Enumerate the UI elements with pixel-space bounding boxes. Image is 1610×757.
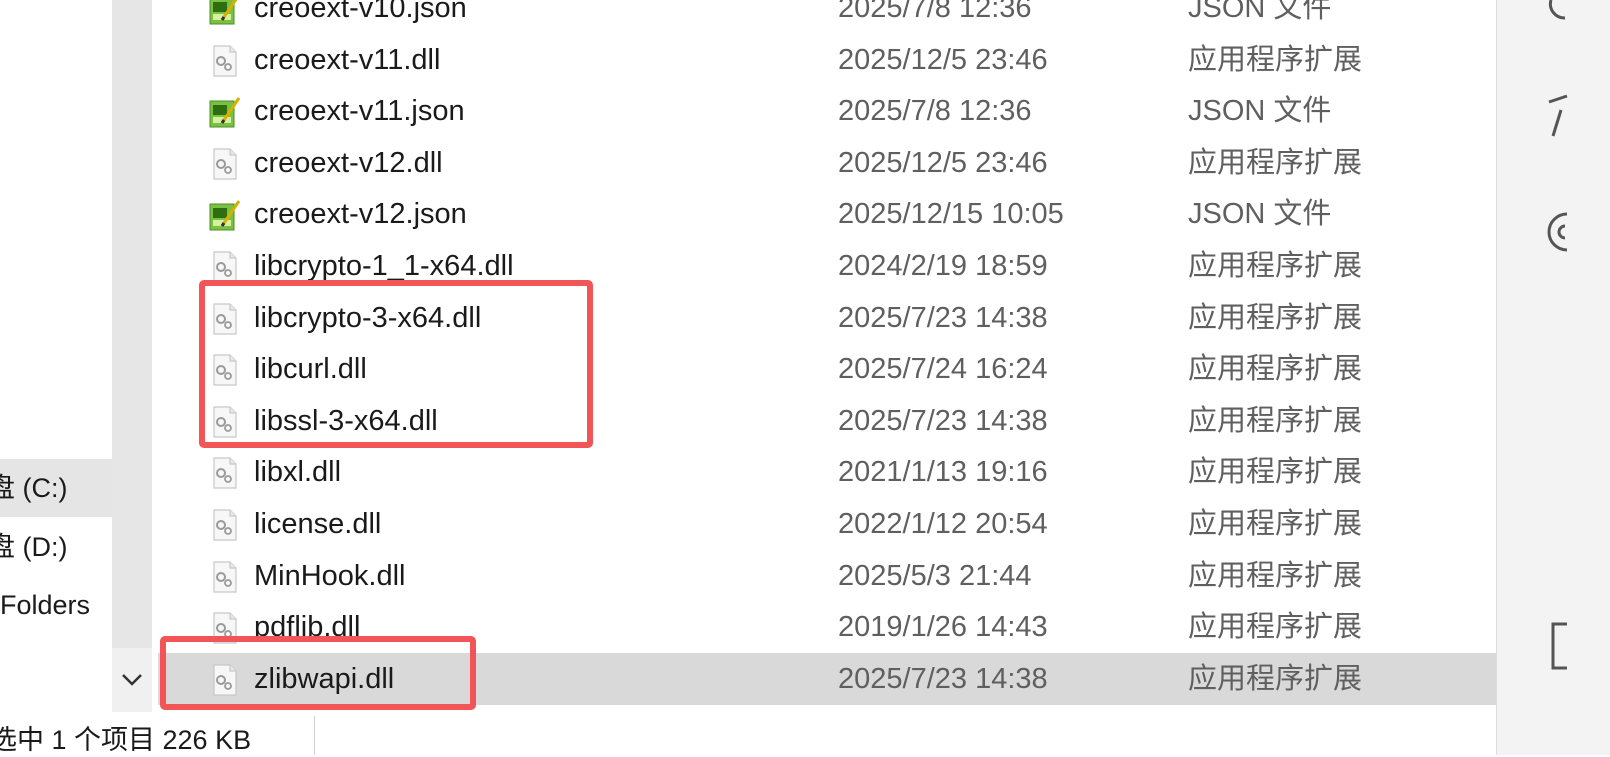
status-separator [314,716,315,755]
json-file-icon [208,197,242,231]
nav-item-folders[interactable]: Folders [0,576,112,634]
file-name: creoext-v12.json [254,198,467,231]
file-type: 应用程序扩展 [1188,250,1363,282]
file-row[interactable]: license.dll 2022/1/12 20:54 应用程序扩展 [158,498,1496,550]
file-type: 应用程序扩展 [1188,559,1363,592]
dll-file-icon [208,249,242,283]
file-name: creoext-v11.dll [254,43,441,76]
file-type: JSON 文件 [1188,198,1332,231]
dll-file-icon [208,146,242,180]
nav-item-drive-c[interactable]: 盘 (C:) [0,459,112,517]
file-row[interactable]: MinHook.dll 2025/5/3 21:44 应用程序扩展 [158,550,1496,602]
file-type: 应用程序扩展 [1188,43,1363,76]
file-type: JSON 文件 [1188,95,1332,128]
file-row[interactable]: creoext-v12.json 2025/12/15 10:05 JSON 文件 [158,188,1496,240]
nav-scrollbar-thumb[interactable] [112,0,152,648]
panel-icon-circle[interactable] [1545,208,1585,258]
file-name: creoext-v10.json [254,0,467,24]
file-name: libxl.dll [254,456,342,489]
file-type: 应用程序扩展 [1188,404,1363,437]
file-date: 2025/7/23 14:38 [838,662,1048,695]
file-date: 2025/12/5 23:46 [838,146,1048,179]
panel-icon-box[interactable] [1545,622,1585,672]
file-type: 应用程序扩展 [1188,353,1363,386]
navigation-pane: 盘 (C:) 盘 (D:) Folders [0,0,112,720]
file-row[interactable]: libxl.dll 2021/1/13 19:16 应用程序扩展 [158,446,1496,498]
file-type: JSON 文件 [1188,0,1332,24]
highlight-box-libs [199,280,593,448]
panel-icon-top[interactable] [1545,0,1585,30]
nav-item-drive-d[interactable]: 盘 (D:) [0,518,112,576]
file-date: 2025/7/23 14:38 [838,404,1048,437]
file-date: 2025/7/8 12:36 [838,95,1032,128]
dll-file-icon [208,455,242,489]
file-date: 2025/12/5 23:46 [838,43,1048,76]
file-type: 应用程序扩展 [1188,662,1363,695]
file-name: creoext-v11.json [254,95,465,128]
file-date: 2021/1/13 19:16 [838,456,1048,489]
status-selection-text: 选中 1 个项目 226 KB [0,725,252,755]
nav-item-label: 盘 (D:) [0,532,68,562]
file-date: 2025/7/23 14:38 [838,301,1048,334]
file-date: 2022/1/12 20:54 [838,508,1048,540]
file-row[interactable]: creoext-v10.json 2025/7/8 12:36 JSON 文件 [158,0,1496,34]
file-date: 2024/2/19 18:59 [838,250,1048,282]
file-name: MinHook.dll [254,559,406,592]
file-type: 应用程序扩展 [1188,611,1363,644]
nav-item-label: 盘 (C:) [0,473,68,503]
file-date: 2025/7/24 16:24 [838,353,1048,386]
highlight-box-zlibwapi [160,636,476,710]
nav-scrollbar[interactable] [112,0,152,720]
file-name: license.dll [254,508,382,540]
file-type: 应用程序扩展 [1188,456,1363,489]
file-type: 应用程序扩展 [1188,301,1363,334]
file-row[interactable]: creoext-v11.dll 2025/12/5 23:46 应用程序扩展 [158,34,1496,86]
right-side-panel [1496,0,1610,755]
dll-file-icon [208,507,242,541]
file-name: creoext-v12.dll [254,146,443,179]
file-row[interactable]: creoext-v12.dll 2025/12/5 23:46 应用程序扩展 [158,137,1496,189]
file-type: 应用程序扩展 [1188,146,1363,179]
file-date: 2025/7/8 12:36 [838,0,1032,24]
dll-file-icon [208,559,242,593]
json-file-icon [208,0,242,25]
file-date: 2025/5/3 21:44 [838,559,1032,592]
file-type: 应用程序扩展 [1188,508,1363,540]
status-bar: 选中 1 个项目 226 KB [0,712,1496,755]
json-file-icon [208,94,242,128]
chevron-down-icon [122,674,142,686]
file-row[interactable]: creoext-v11.json 2025/7/8 12:36 JSON 文件 [158,85,1496,137]
scroll-down-button[interactable] [112,658,152,702]
dll-file-icon [208,43,242,77]
nav-item-label: Folders [0,590,91,620]
panel-icon-brush[interactable] [1545,92,1585,142]
file-date: 2019/1/26 14:43 [838,611,1048,644]
file-date: 2025/12/15 10:05 [838,198,1064,231]
